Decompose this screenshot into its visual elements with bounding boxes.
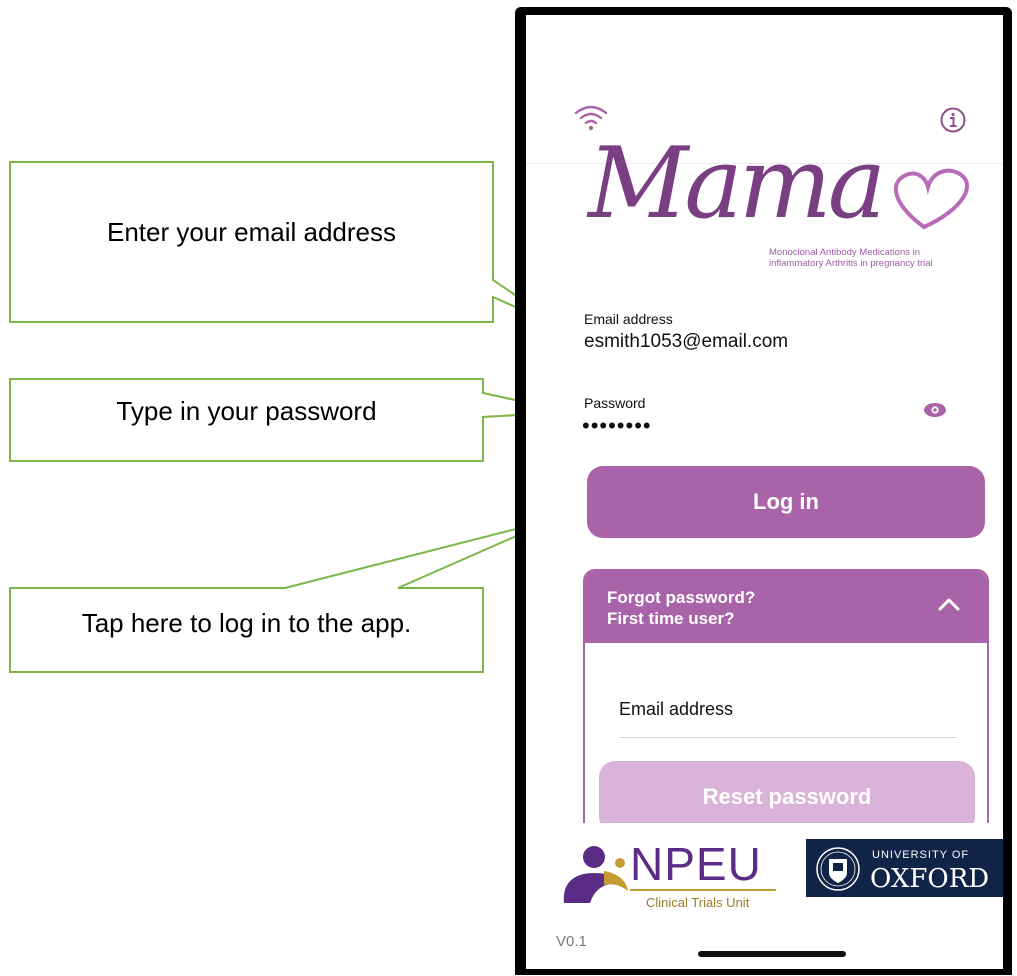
- oxford-line1: UNIVERSITY OF: [872, 849, 970, 861]
- logo-wordmark: Mama: [588, 127, 886, 241]
- logo-subtitle: Monoclonal Antibody Medications in infla…: [769, 247, 933, 269]
- phone-frame: Mama Monoclonal Antibody Medications in …: [515, 7, 1012, 975]
- reset-email-field[interactable]: Email address: [619, 699, 733, 720]
- forgot-password-title-line1: Forgot password?: [607, 588, 756, 607]
- password-callout-text: Type in your password: [116, 396, 377, 426]
- email-input[interactable]: esmith1053@email.com: [584, 331, 788, 353]
- logo-subtitle-line2: inflammatory Arthritis in pregnancy tria…: [769, 258, 933, 269]
- logo-subtitle-line1: Monoclonal Antibody Medications in: [769, 247, 921, 258]
- reset-email-underline: [619, 737, 957, 738]
- app-screen: Mama Monoclonal Antibody Medications in …: [526, 15, 1003, 969]
- info-icon[interactable]: [940, 107, 966, 133]
- heart-icon: [894, 168, 970, 230]
- app-version: V0.1: [556, 933, 587, 950]
- login-callout-box: [9, 518, 556, 673]
- oxford-line2: OXFORD: [870, 864, 990, 894]
- email-label: Email address: [584, 311, 673, 327]
- show-password-eye-icon[interactable]: [923, 402, 947, 418]
- password-label: Password: [584, 395, 646, 411]
- first-time-user-title-line2: First time user?: [607, 609, 735, 628]
- forgot-password-header[interactable]: Forgot password? First time user?: [585, 571, 987, 643]
- oxford-logo: UNIVERSITY OF OXFORD: [806, 839, 1003, 897]
- login-button[interactable]: Log in: [587, 466, 985, 538]
- email-callout-text: Enter your email address: [106, 217, 397, 247]
- chevron-up-icon[interactable]: [937, 596, 961, 612]
- npeu-wordmark: NPEU: [630, 838, 762, 890]
- npeu-divider: [630, 889, 776, 891]
- mama-logo: Mama Monoclonal Antibody Medications in …: [584, 135, 994, 280]
- npeu-logo-mark: [563, 846, 628, 903]
- login-callout-text: Tap here to log in to the app.: [81, 608, 412, 638]
- home-indicator[interactable]: [698, 951, 846, 957]
- oxford-crest-icon: [816, 847, 860, 891]
- npeu-subtitle: Clinical Trials Unit: [646, 895, 750, 910]
- footer: NPEU Clinical Trials Unit UNIVERSITY OF …: [526, 823, 1003, 969]
- password-input[interactable]: ••••••••: [582, 413, 652, 439]
- forgot-password-title: Forgot password? First time user?: [607, 587, 755, 629]
